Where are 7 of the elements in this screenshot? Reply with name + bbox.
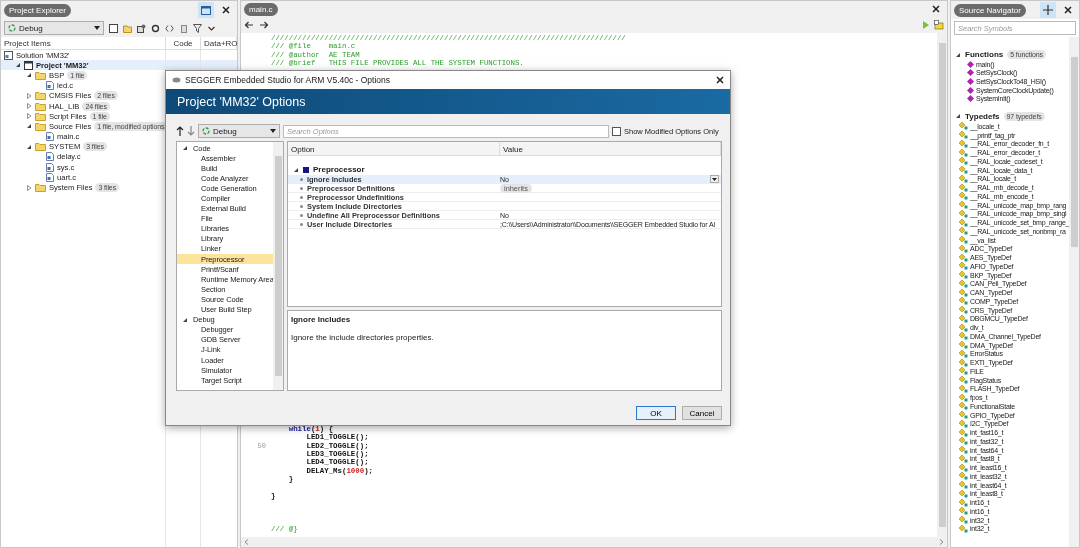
panel-title: Project Explorer — [4, 3, 71, 17]
panel-title: Source Navigator — [954, 3, 1026, 17]
group-title: Preprocessor — [313, 165, 365, 174]
description-text: Ignore the include directories properties. — [291, 333, 435, 342]
window-title: SEGGER Embedded Studio for ARM V5.40c - Options — [185, 75, 391, 85]
dialog-heading: Project 'MM32' Options — [177, 94, 306, 109]
description-title: Ignore Includes — [291, 315, 352, 324]
